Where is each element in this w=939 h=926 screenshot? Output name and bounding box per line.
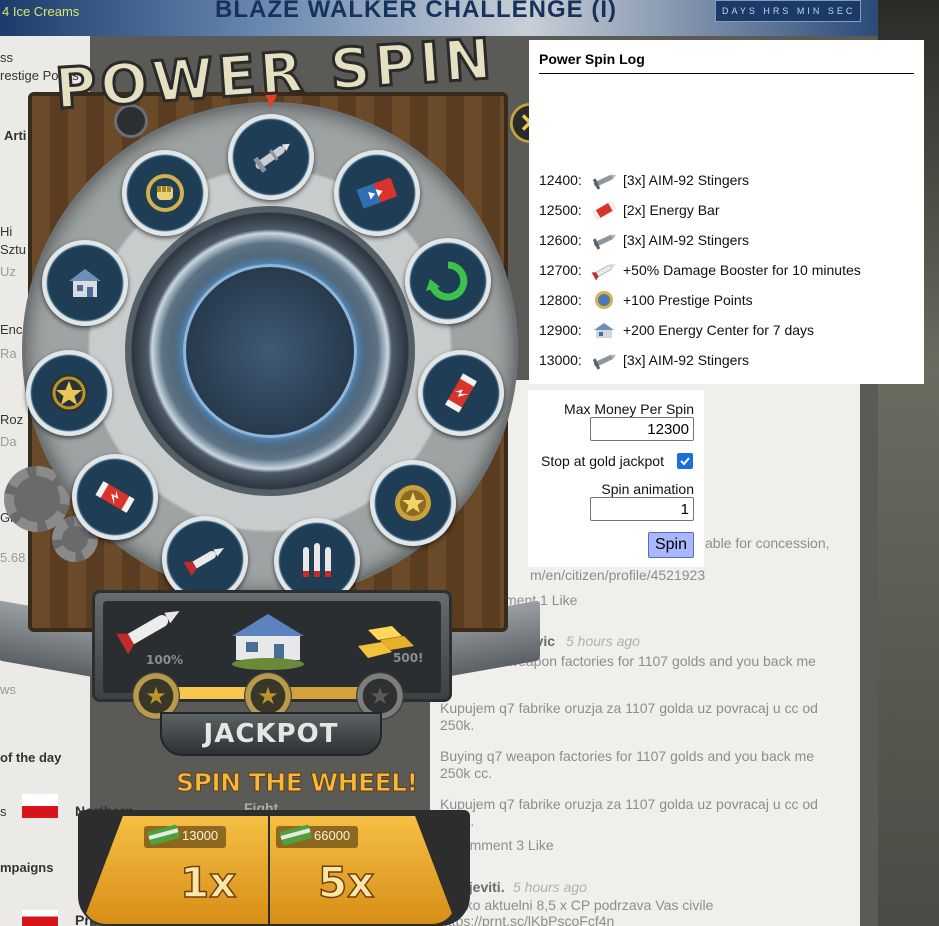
log-entry: 12800: +100 Prestige Points xyxy=(539,285,914,315)
wheel-core xyxy=(183,264,357,438)
power-spin-game: POWER SPIN ✕ 100% 500! ★ ★ ★ JACKPOT SPI… xyxy=(0,20,550,926)
spin-animation-label: Spin animation xyxy=(601,481,694,497)
jackpot-label: JACKPOT xyxy=(160,712,382,756)
log-entry: 12600: [3x] AIM-92 Stingers xyxy=(539,225,914,255)
log-entry: 12400: [3x] AIM-92 Stingers xyxy=(539,165,914,195)
price-chip: 66000 xyxy=(276,824,359,848)
jackpot-prize-label: 500! xyxy=(393,651,424,665)
log-entry-amount: 12400: xyxy=(539,172,582,188)
prestige-medal-icon xyxy=(589,289,619,311)
power-spin-log-panel: Power Spin Log 12400: [3x] AIM-92 Stinge… xyxy=(529,40,924,384)
missile-icon xyxy=(228,114,314,200)
log-entry-text: [3x] AIM-92 Stingers xyxy=(623,172,750,188)
log-entry-amount: 12600: xyxy=(539,232,582,248)
refresh-icon xyxy=(405,238,491,324)
energy-bar-icon xyxy=(334,150,420,236)
missile-icon xyxy=(589,229,619,251)
house-icon xyxy=(42,240,128,326)
log-divider xyxy=(539,73,914,74)
feed-link[interactable]: m/en/citizen/profile/4521923 xyxy=(530,567,705,584)
spin-5x-multiplier: 5x xyxy=(317,857,375,908)
fist-icon xyxy=(122,150,208,236)
missile-icon xyxy=(589,169,619,191)
log-entry-amount: 12900: xyxy=(539,322,582,338)
feed-text: able for concession, xyxy=(705,535,830,551)
log-list: 12400: [3x] AIM-92 Stingers 12500: [2x] … xyxy=(539,165,914,375)
missile-icon xyxy=(589,349,619,371)
log-entry-text: [3x] AIM-92 Stingers xyxy=(623,352,750,368)
log-entry: 12900: +200 Energy Center for 7 days xyxy=(539,315,914,345)
spin-controls-panel: Max Money Per Spin Stop at gold jackpot … xyxy=(528,390,704,567)
price-chip: 13000 xyxy=(144,824,227,848)
feed-time: 5 hours ago xyxy=(566,633,640,649)
cash-icon xyxy=(147,824,180,846)
timer-labels: DAYS HRS MIN SEC xyxy=(722,6,856,16)
log-entry-amount: 12800: xyxy=(539,292,582,308)
log-entry: 12700: +50% Damage Booster for 10 minute… xyxy=(539,255,914,285)
log-entry-amount: 13000: xyxy=(539,352,582,368)
spin-animation-input[interactable] xyxy=(590,497,694,521)
log-entry-amount: 12700: xyxy=(539,262,582,278)
feed-text: weapon factories for 1107 golds and you … xyxy=(508,653,816,669)
jackpot-prize-label: 100% xyxy=(146,653,184,667)
cash-icon xyxy=(279,824,312,846)
log-entry-text: [2x] Energy Bar xyxy=(623,202,720,218)
energy-bar-icon xyxy=(589,199,619,221)
rocket-icon xyxy=(589,259,619,281)
stop-at-jackpot-checkbox[interactable] xyxy=(677,453,693,469)
log-entry-text: +200 Energy Center for 7 days xyxy=(623,322,815,338)
log-entry-text: +100 Prestige Points xyxy=(623,292,753,308)
log-entry-amount: 12500: xyxy=(539,202,582,218)
max-money-input[interactable] xyxy=(590,417,694,441)
energy-bar-icon xyxy=(418,350,504,436)
spin-the-wheel-label: SPIN THE WHEEL! xyxy=(176,768,419,798)
log-entry-text: +50% Damage Booster for 10 minutes xyxy=(623,262,861,278)
spin-5x-price: 66000 xyxy=(314,828,351,843)
spin-1x-multiplier: 1x xyxy=(179,857,237,908)
spin-button[interactable]: Spin xyxy=(648,532,694,558)
stop-at-jackpot-label: Stop at gold jackpot xyxy=(541,453,664,469)
star-badge-icon xyxy=(26,350,112,436)
house-icon xyxy=(232,614,304,670)
max-money-label: Max Money Per Spin xyxy=(564,401,694,417)
prestige-star-icon xyxy=(370,460,456,546)
energy-center-icon xyxy=(589,319,619,341)
banner-left-text: 4 Ice Creams xyxy=(2,4,80,19)
log-title: Power Spin Log xyxy=(539,51,645,67)
energy-bar-icon xyxy=(72,454,158,540)
checkmark-icon xyxy=(680,457,690,466)
rocket-icon xyxy=(116,611,180,654)
log-entry: 12500: [2x] Energy Bar xyxy=(539,195,914,225)
spin-1x-price: 13000 xyxy=(182,828,219,843)
log-entry-text: [3x] AIM-92 Stingers xyxy=(623,232,750,248)
log-entry: 13000: [3x] AIM-92 Stingers xyxy=(539,345,914,375)
